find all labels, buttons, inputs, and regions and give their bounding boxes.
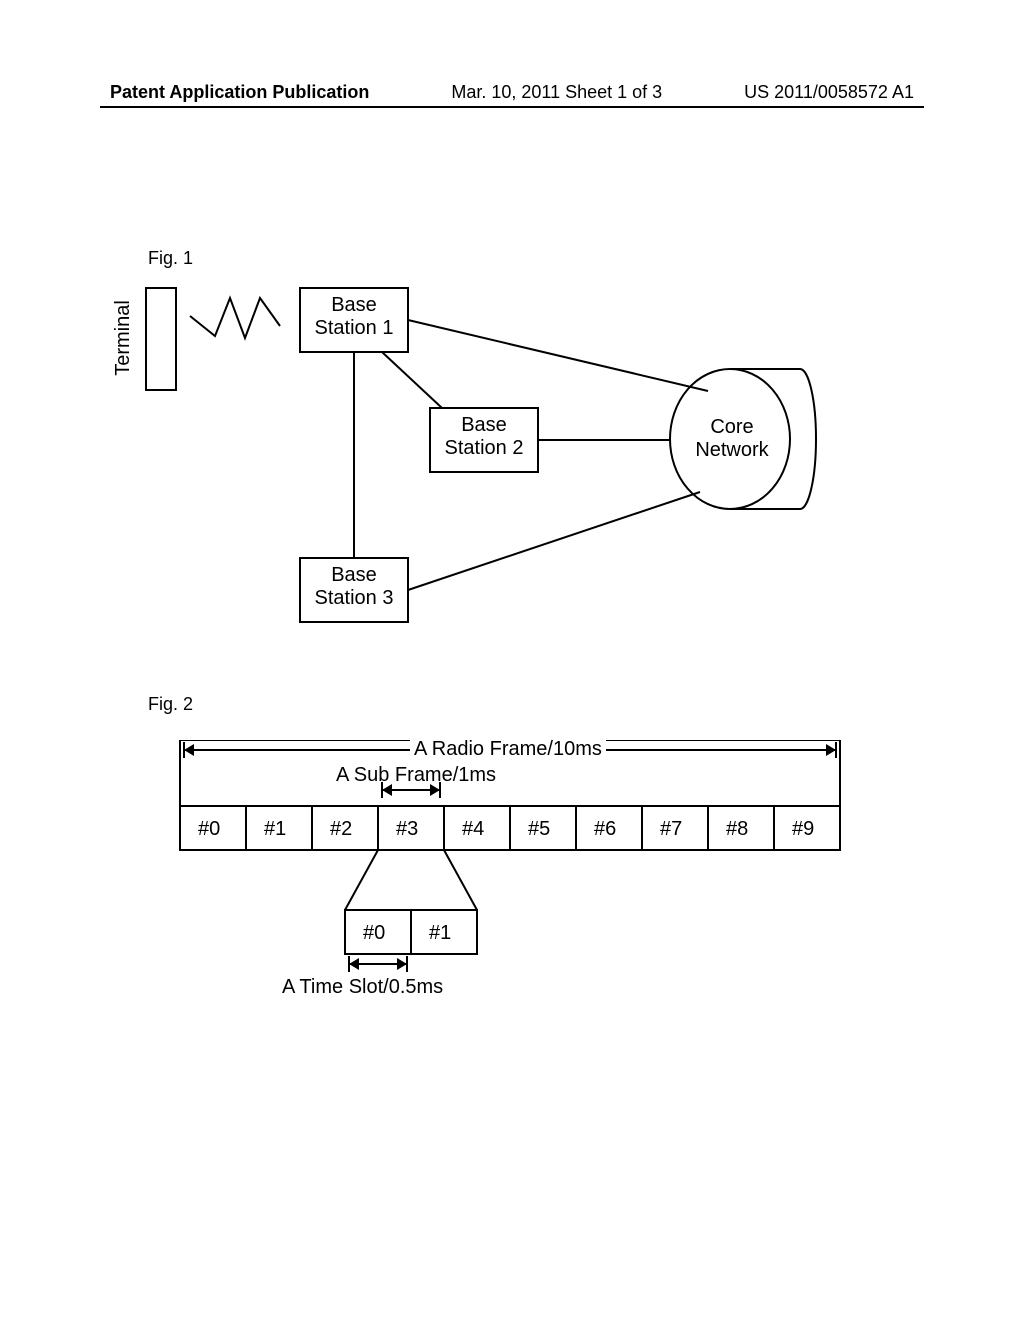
terminal-label: Terminal [112, 288, 135, 388]
slot-1: #1 [429, 922, 451, 945]
terminal-box [146, 288, 176, 390]
core-label: Core Network [684, 416, 780, 462]
fig1-label: Fig. 1 [148, 248, 193, 269]
sf-8: #8 [726, 818, 748, 841]
figure-1: Terminal Base Station 1 Base Station 2 B… [140, 276, 900, 676]
header-rule [100, 106, 924, 108]
sf-0: #0 [198, 818, 220, 841]
sf-3: #3 [396, 818, 418, 841]
link-bs1-core [408, 320, 708, 391]
sf-2: #2 [330, 818, 352, 841]
fig2-svg [170, 740, 870, 1050]
header-left: Patent Application Publication [110, 82, 369, 103]
wireless-link-icon [190, 298, 280, 338]
header-right: US 2011/0058572 A1 [744, 82, 914, 103]
figure-2: A Radio Frame/10ms A Sub Frame/1ms A Tim… [170, 740, 870, 1040]
sub-frame-label: A Sub Frame/1ms [336, 764, 496, 787]
radio-frame-label: A Radio Frame/10ms [410, 738, 606, 761]
bs3-label: Base Station 3 [300, 564, 408, 610]
sf-9: #9 [792, 818, 814, 841]
sf-4: #4 [462, 818, 484, 841]
fig1-svg [140, 276, 900, 676]
sf-5: #5 [528, 818, 550, 841]
fig2-label: Fig. 2 [148, 694, 193, 715]
sf-1: #1 [264, 818, 286, 841]
link-bs3-core [408, 492, 700, 590]
slot-0: #0 [363, 922, 385, 945]
link-bs1-bs2 [382, 352, 442, 408]
header-center: Mar. 10, 2011 Sheet 1 of 3 [451, 82, 662, 103]
bs1-label: Base Station 1 [300, 294, 408, 340]
bs2-label: Base Station 2 [430, 414, 538, 460]
time-slot-label: A Time Slot/0.5ms [282, 976, 443, 999]
sf-7: #7 [660, 818, 682, 841]
sf-6: #6 [594, 818, 616, 841]
page-header: Patent Application Publication Mar. 10, … [0, 82, 1024, 103]
